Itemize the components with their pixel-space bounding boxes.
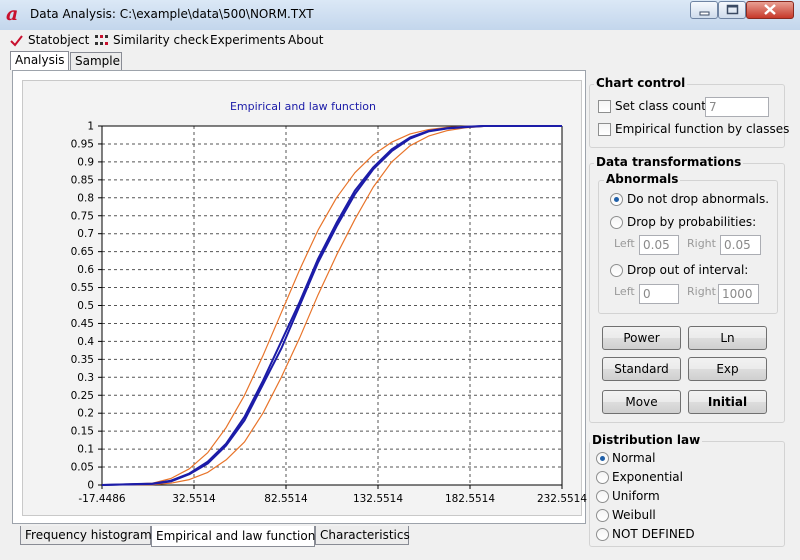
main-window: a Data Analysis: C:\example\data\500\NOR… — [0, 0, 800, 560]
empirical-by-classes-checkbox[interactable] — [598, 123, 611, 136]
exp-button[interactable]: Exp — [688, 357, 767, 381]
x-tick-label: 82.5514 — [264, 493, 308, 505]
radio-not-defined[interactable] — [596, 528, 609, 541]
x-tick-label: 232.5514 — [537, 493, 587, 505]
check-mark-icon — [10, 35, 23, 47]
y-tick-label: 0.45 — [71, 318, 94, 330]
radio-drop-by-probabilities[interactable] — [610, 216, 623, 229]
int-left-label: Left — [614, 285, 635, 298]
y-tick-label: 0.9 — [77, 156, 94, 168]
prob-left-label: Left — [614, 237, 635, 250]
x-tick-label: 132.5514 — [353, 493, 403, 505]
prob-right-input[interactable] — [720, 235, 761, 255]
tab-empirical-law-function-label: Empirical and law function — [156, 529, 316, 543]
y-tick-label: 0.05 — [71, 462, 94, 474]
y-tick-label: 0.65 — [71, 246, 94, 258]
app-logo-icon: a — [6, 3, 19, 25]
x-tick-label: 32.5514 — [172, 493, 216, 505]
y-tick-label: 0.35 — [71, 354, 94, 366]
move-button[interactable]: Move — [602, 390, 681, 414]
maximize-button[interactable] — [718, 1, 746, 19]
y-tick-label: 0.1 — [77, 444, 94, 456]
set-class-count-checkbox[interactable] — [598, 100, 611, 113]
grid-icon — [95, 35, 108, 45]
menu-statobject-label: Statobject — [28, 33, 90, 47]
radio-exponential-label: Exponential — [612, 470, 683, 484]
y-tick-label: 0.7 — [77, 228, 94, 240]
power-button[interactable]: Power — [602, 326, 681, 350]
tab-analysis[interactable]: Analysis — [10, 51, 69, 70]
y-tick-label: 0.6 — [77, 264, 94, 276]
data-transformations-title: Data transformations — [594, 155, 744, 169]
radio-normal[interactable] — [596, 452, 609, 465]
y-tick-label: 0.8 — [77, 192, 94, 204]
prob-right-label: Right — [687, 237, 716, 250]
int-right-label: Right — [687, 285, 716, 298]
y-tick-label: 0.5 — [77, 300, 94, 312]
menu-bar: Statobject Similarity check Experiments … — [0, 30, 800, 52]
radio-uniform-label: Uniform — [612, 489, 660, 503]
y-tick-label: 0.15 — [71, 426, 94, 438]
y-tick-label: 0.4 — [77, 336, 94, 348]
radio-exponential[interactable] — [596, 471, 609, 484]
menu-about[interactable]: About — [288, 33, 323, 49]
close-button[interactable] — [746, 1, 794, 19]
y-tick-label: 0.3 — [77, 372, 94, 384]
tab-characteristics-label: Characteristics — [320, 528, 410, 542]
tab-sample[interactable]: Sample — [70, 52, 122, 70]
distribution-law-title: Distribution law — [590, 433, 703, 447]
tab-sample-label: Sample — [75, 54, 120, 68]
menu-about-label: About — [288, 33, 324, 47]
int-left-input[interactable] — [639, 284, 679, 304]
radio-not-defined-label: NOT DEFINED — [612, 527, 695, 541]
int-right-input[interactable] — [718, 284, 759, 304]
x-tick-label: -17.4486 — [78, 493, 126, 505]
tab-analysis-label: Analysis — [15, 53, 65, 67]
tab-characteristics[interactable]: Characteristics — [315, 526, 410, 545]
radio-drop-out-of-interval[interactable] — [610, 264, 623, 277]
y-tick-label: 0.85 — [71, 174, 94, 186]
close-icon — [764, 4, 776, 15]
standard-button[interactable]: Standard — [602, 357, 681, 381]
radio-drop-out-of-interval-label: Drop out of interval: — [627, 263, 749, 277]
y-tick-label: 0 — [87, 480, 94, 492]
minimize-button[interactable] — [690, 1, 718, 19]
radio-do-not-drop-label: Do not drop abnormals. — [627, 192, 770, 206]
x-tick-label: 182.5514 — [445, 493, 495, 505]
y-tick-label: 0.25 — [71, 390, 94, 402]
radio-drop-by-probabilities-label: Drop by probabilities: — [627, 215, 757, 229]
title-bar[interactable]: a Data Analysis: C:\example\data\500\NOR… — [0, 0, 800, 30]
set-class-count-label: Set class count — [615, 99, 706, 113]
chart-control-title: Chart control — [594, 76, 688, 90]
initial-button[interactable]: Initial — [688, 390, 767, 414]
abnormals-title: Abnormals — [604, 172, 681, 186]
y-tick-label: 0.55 — [71, 282, 94, 294]
y-tick-label: 0.95 — [71, 138, 94, 150]
class-count-input[interactable] — [705, 97, 769, 117]
radio-weibull-label: Weibull — [612, 508, 656, 522]
prob-left-input[interactable] — [639, 235, 679, 255]
tab-frequency-histogram[interactable]: Frequency histogram — [20, 526, 152, 545]
maximize-icon — [726, 4, 739, 15]
empirical-by-classes-label: Empirical function by classes — [615, 122, 790, 136]
menu-similarity-check-label: Similarity check — [113, 33, 209, 47]
menu-experiments-label: Experiments — [210, 33, 286, 47]
window-title: Data Analysis: C:\example\data\500\NORM.… — [30, 7, 314, 21]
y-tick-label: 1 — [87, 121, 94, 133]
radio-do-not-drop[interactable] — [610, 193, 623, 206]
y-tick-label: 0.75 — [71, 210, 94, 222]
tab-frequency-histogram-label: Frequency histogram — [25, 528, 152, 542]
menu-experiments[interactable]: Experiments — [210, 33, 286, 49]
radio-weibull[interactable] — [596, 509, 609, 522]
ln-button[interactable]: Ln — [688, 326, 767, 350]
tab-empirical-law-function[interactable]: Empirical and law function — [151, 526, 315, 547]
radio-normal-label: Normal — [612, 451, 656, 465]
minimize-icon — [699, 11, 710, 16]
y-tick-label: 0.2 — [77, 408, 94, 420]
cdf-chart: -17.4486 32.5514 82.5514 132.5514 182.5514 23… — [71, 121, 588, 506]
radio-uniform[interactable] — [596, 490, 609, 503]
